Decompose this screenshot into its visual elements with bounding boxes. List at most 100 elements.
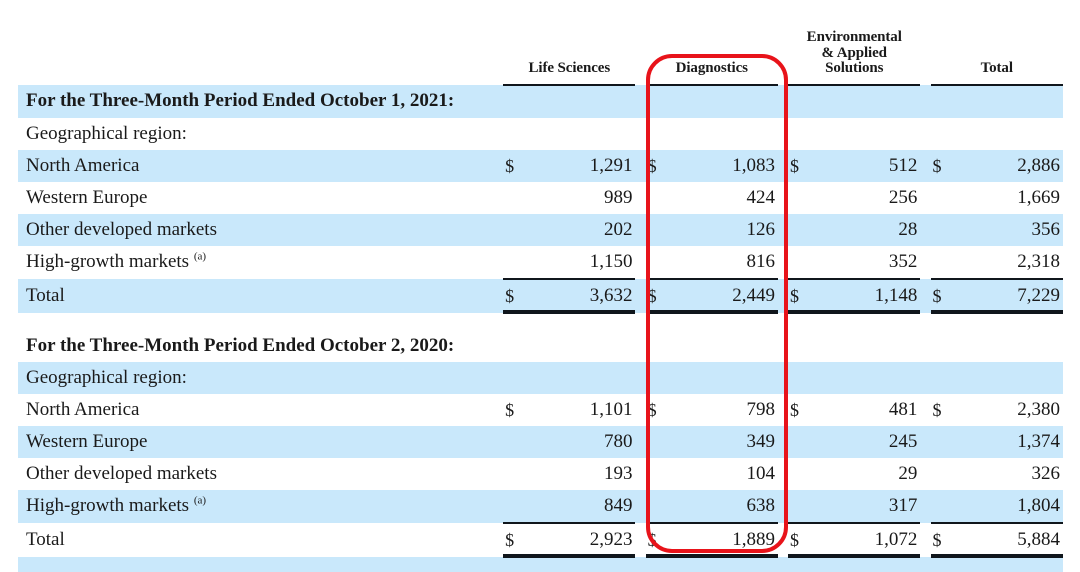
table-row: Other developed markets19310429326 [18, 458, 1063, 490]
subheading-gap-2 [920, 362, 930, 394]
table-row: Western Europe7803492451,374 [18, 426, 1063, 458]
row-gap-1 [778, 426, 788, 458]
header-line-3: Solutions [788, 61, 920, 77]
row-gap-0 [635, 490, 645, 523]
row-currency-0: $ [503, 150, 527, 182]
row-gap-2 [920, 490, 930, 523]
row-currency-1 [646, 246, 670, 279]
total-currency-2: $ [788, 523, 812, 557]
subheading-gap-2 [920, 118, 930, 150]
row-gap-0 [635, 214, 645, 246]
subheading-value-0 [527, 362, 635, 394]
row-value-0: 780 [527, 426, 635, 458]
row-label: Western Europe [18, 182, 503, 214]
row-gap-1 [778, 214, 788, 246]
subheading-value-3 [955, 362, 1063, 394]
subheading-currency-3 [931, 362, 955, 394]
table-row: High-growth markets (a)1,1508163522,318 [18, 246, 1063, 279]
total-currency-1: $ [646, 279, 670, 313]
row-currency-1: $ [646, 150, 670, 182]
row-value-3: 2,318 [955, 246, 1063, 279]
row-value-1: 349 [670, 426, 778, 458]
section-title-gap-1 [778, 330, 788, 362]
column-header-row: Life Sciences Diagnostics Environmental … [18, 30, 1063, 81]
row-currency-0: $ [503, 394, 527, 426]
total-currency-2: $ [788, 279, 812, 313]
subheading-currency-1 [646, 362, 670, 394]
row-value-1: 126 [670, 214, 778, 246]
row-value-1: 1,083 [670, 150, 778, 182]
total-label: Total [18, 279, 503, 313]
row-gap-2 [920, 150, 930, 182]
row-currency-1: $ [646, 394, 670, 426]
row-currency-1 [646, 426, 670, 458]
subheading-geographical-region: Geographical region: [18, 362, 503, 394]
subheading-currency-2 [788, 118, 812, 150]
table-row: High-growth markets (a)8496383171,804 [18, 490, 1063, 523]
row-label-text: High-growth markets [26, 251, 189, 272]
table-header: Life Sciences Diagnostics Environmental … [18, 30, 1063, 85]
subheading-value-2 [812, 118, 920, 150]
row-label: Other developed markets [18, 458, 503, 490]
table-row: North America$1,291$1,083$512$2,886 [18, 150, 1063, 182]
subheading-row: Geographical region: [18, 118, 1063, 150]
row-gap-1 [778, 150, 788, 182]
table-body: For the Three-Month Period Ended October… [18, 85, 1063, 572]
row-label: North America [18, 150, 503, 182]
row-gap-1 [778, 458, 788, 490]
row-label: Other developed markets [18, 214, 503, 246]
total-row: Total$2,923$1,889$1,072$5,884 [18, 523, 1063, 557]
section-title-gap-1 [778, 85, 788, 118]
document-page: Life Sciences Diagnostics Environmental … [0, 0, 1080, 557]
row-gap-0 [635, 150, 645, 182]
row-gap-0 [635, 246, 645, 279]
row-currency-3 [931, 426, 955, 458]
row-currency-1 [646, 182, 670, 214]
row-currency-0 [503, 458, 527, 490]
row-currency-2 [788, 182, 812, 214]
row-value-0: 989 [527, 182, 635, 214]
row-value-3: 2,886 [955, 150, 1063, 182]
column-header-diagnostics: Diagnostics [646, 30, 778, 81]
total-gap-0 [635, 523, 645, 557]
section-title-currency-0 [503, 330, 527, 362]
section-title-value-2 [812, 330, 920, 362]
row-gap-2 [920, 214, 930, 246]
column-header-environmental-applied-solutions: Environmental & Applied Solutions [788, 30, 920, 81]
row-value-2: 352 [812, 246, 920, 279]
total-currency-3: $ [931, 279, 955, 313]
row-value-2: 29 [812, 458, 920, 490]
section-title-gap-2 [920, 330, 930, 362]
section-title-gap-0 [635, 85, 645, 118]
row-gap-2 [920, 426, 930, 458]
row-value-1: 638 [670, 490, 778, 523]
row-currency-2: $ [788, 150, 812, 182]
subheading-gap-1 [778, 362, 788, 394]
subheading-value-0 [527, 118, 635, 150]
row-currency-3 [931, 214, 955, 246]
section-title-gap-2 [920, 85, 930, 118]
row-value-3: 2,380 [955, 394, 1063, 426]
section-spacer [18, 313, 1063, 330]
row-value-0: 1,101 [527, 394, 635, 426]
section-title-value-0 [527, 330, 635, 362]
row-value-3: 1,374 [955, 426, 1063, 458]
row-currency-2 [788, 214, 812, 246]
table-row: Other developed markets20212628356 [18, 214, 1063, 246]
subheading-row: Geographical region: [18, 362, 1063, 394]
total-currency-1: $ [646, 523, 670, 557]
row-label: Western Europe [18, 426, 503, 458]
subheading-gap-0 [635, 118, 645, 150]
row-label: High-growth markets (a) [18, 246, 503, 279]
row-currency-3 [931, 458, 955, 490]
row-value-0: 202 [527, 214, 635, 246]
section-title-value-1 [670, 330, 778, 362]
row-value-2: 512 [812, 150, 920, 182]
row-label-text: Western Europe [26, 431, 147, 452]
section-title-value-3 [955, 85, 1063, 118]
total-value-0: 2,923 [527, 523, 635, 557]
row-gap-2 [920, 182, 930, 214]
row-currency-3: $ [931, 394, 955, 426]
total-value-0: 3,632 [527, 279, 635, 313]
total-value-3: 7,229 [955, 279, 1063, 313]
